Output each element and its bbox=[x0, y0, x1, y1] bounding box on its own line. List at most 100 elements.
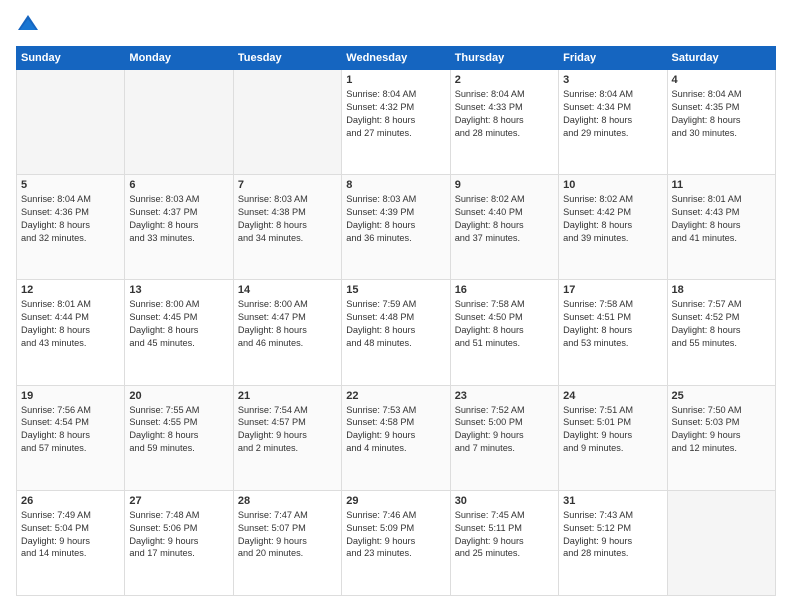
header bbox=[16, 16, 776, 36]
calendar-cell: 21 Sunrise: 7:54 AM Sunset: 4:57 PM Dayli… bbox=[233, 385, 341, 490]
calendar-cell: 4Sunrise: 8:04 AM Sunset: 4:35 PM Daylig… bbox=[667, 70, 775, 175]
calendar-day-header: Tuesday bbox=[233, 47, 341, 70]
calendar-cell: 3 Sunrise: 8:04 AM Sunset: 4:34 PM Daylig… bbox=[559, 70, 667, 175]
calendar-cell: 18 Sunrise: 7:57 AM Sunset: 4:52 PM Dayli… bbox=[667, 280, 775, 385]
calendar-header-row: SundayMondayTuesdayWednesdayThursdayFrid… bbox=[17, 47, 776, 70]
calendar-cell: 11 Sunrise: 8:01 AM Sunset: 4:43 PM Dayli… bbox=[667, 175, 775, 280]
logo-icon bbox=[16, 12, 40, 36]
day-info: Sunrise: 8:04 AM Sunset: 4:34 PM Dayligh… bbox=[563, 88, 662, 140]
day-number: 25 bbox=[672, 390, 771, 402]
day-number: 14 bbox=[238, 284, 337, 296]
calendar-cell: 2Sunrise: 8:04 AM Sunset: 4:33 PM Daylig… bbox=[450, 70, 558, 175]
calendar-cell: 17Sunrise: 7:58 AM Sunset: 4:51 PM Dayli… bbox=[559, 280, 667, 385]
calendar-cell: 9 Sunrise: 8:02 AM Sunset: 4:40 PM Daylig… bbox=[450, 175, 558, 280]
day-info: Sunrise: 8:03 AM Sunset: 4:37 PM Dayligh… bbox=[129, 193, 228, 245]
day-number: 1 bbox=[346, 74, 445, 86]
day-number: 30 bbox=[455, 495, 554, 507]
day-number: 9 bbox=[455, 179, 554, 191]
day-info: Sunrise: 7:45 AM Sunset: 5:11 PM Dayligh… bbox=[455, 509, 554, 561]
day-info: Sunrise: 8:01 AM Sunset: 4:43 PM Dayligh… bbox=[672, 193, 771, 245]
calendar-cell: 7 Sunrise: 8:03 AM Sunset: 4:38 PM Daylig… bbox=[233, 175, 341, 280]
calendar-cell: 13 Sunrise: 8:00 AM Sunset: 4:45 PM Dayli… bbox=[125, 280, 233, 385]
calendar-cell: 19 Sunrise: 7:56 AM Sunset: 4:54 PM Dayli… bbox=[17, 385, 125, 490]
day-number: 31 bbox=[563, 495, 662, 507]
day-number: 26 bbox=[21, 495, 120, 507]
day-info: Sunrise: 7:58 AM Sunset: 4:50 PM Dayligh… bbox=[455, 298, 554, 350]
day-number: 18 bbox=[672, 284, 771, 296]
day-number: 13 bbox=[129, 284, 228, 296]
calendar-day-header: Sunday bbox=[17, 47, 125, 70]
day-info: Sunrise: 8:04 AM Sunset: 4:35 PM Dayligh… bbox=[672, 88, 771, 140]
day-info: Sunrise: 7:52 AM Sunset: 5:00 PM Dayligh… bbox=[455, 404, 554, 456]
calendar-week-row: 12 Sunrise: 8:01 AM Sunset: 4:44 PM Dayli… bbox=[17, 280, 776, 385]
day-info: Sunrise: 8:01 AM Sunset: 4:44 PM Dayligh… bbox=[21, 298, 120, 350]
day-info: Sunrise: 7:59 AM Sunset: 4:48 PM Dayligh… bbox=[346, 298, 445, 350]
day-number: 7 bbox=[238, 179, 337, 191]
calendar-cell: 22 Sunrise: 7:53 AM Sunset: 4:58 PM Dayli… bbox=[342, 385, 450, 490]
calendar-week-row: 1 Sunrise: 8:04 AM Sunset: 4:32 PM Daylig… bbox=[17, 70, 776, 175]
calendar-cell: 1 Sunrise: 8:04 AM Sunset: 4:32 PM Daylig… bbox=[342, 70, 450, 175]
calendar-table: SundayMondayTuesdayWednesdayThursdayFrid… bbox=[16, 46, 776, 596]
day-info: Sunrise: 7:55 AM Sunset: 4:55 PM Dayligh… bbox=[129, 404, 228, 456]
day-info: Sunrise: 7:58 AM Sunset: 4:51 PM Dayligh… bbox=[563, 298, 662, 350]
calendar-day-header: Wednesday bbox=[342, 47, 450, 70]
calendar-week-row: 26Sunrise: 7:49 AM Sunset: 5:04 PM Dayli… bbox=[17, 490, 776, 595]
day-info: Sunrise: 7:56 AM Sunset: 4:54 PM Dayligh… bbox=[21, 404, 120, 456]
day-number: 6 bbox=[129, 179, 228, 191]
calendar-day-header: Saturday bbox=[667, 47, 775, 70]
calendar-cell: 5 Sunrise: 8:04 AM Sunset: 4:36 PM Daylig… bbox=[17, 175, 125, 280]
page: SundayMondayTuesdayWednesdayThursdayFrid… bbox=[0, 0, 792, 612]
day-number: 21 bbox=[238, 390, 337, 402]
day-number: 8 bbox=[346, 179, 445, 191]
day-info: Sunrise: 8:03 AM Sunset: 4:39 PM Dayligh… bbox=[346, 193, 445, 245]
day-number: 28 bbox=[238, 495, 337, 507]
calendar-day-header: Monday bbox=[125, 47, 233, 70]
calendar-cell: 20 Sunrise: 7:55 AM Sunset: 4:55 PM Dayli… bbox=[125, 385, 233, 490]
calendar-day-header: Friday bbox=[559, 47, 667, 70]
day-number: 11 bbox=[672, 179, 771, 191]
day-number: 3 bbox=[563, 74, 662, 86]
day-info: Sunrise: 8:02 AM Sunset: 4:40 PM Dayligh… bbox=[455, 193, 554, 245]
day-info: Sunrise: 7:48 AM Sunset: 5:06 PM Dayligh… bbox=[129, 509, 228, 561]
calendar-cell bbox=[17, 70, 125, 175]
day-info: Sunrise: 8:04 AM Sunset: 4:36 PM Dayligh… bbox=[21, 193, 120, 245]
calendar-cell: 28 Sunrise: 7:47 AM Sunset: 5:07 PM Dayli… bbox=[233, 490, 341, 595]
calendar-cell: 12 Sunrise: 8:01 AM Sunset: 4:44 PM Dayli… bbox=[17, 280, 125, 385]
day-number: 5 bbox=[21, 179, 120, 191]
day-number: 15 bbox=[346, 284, 445, 296]
calendar-cell: 27 Sunrise: 7:48 AM Sunset: 5:06 PM Dayli… bbox=[125, 490, 233, 595]
calendar-cell: 8 Sunrise: 8:03 AM Sunset: 4:39 PM Daylig… bbox=[342, 175, 450, 280]
calendar-cell: 29Sunrise: 7:46 AM Sunset: 5:09 PM Dayli… bbox=[342, 490, 450, 595]
day-number: 27 bbox=[129, 495, 228, 507]
day-info: Sunrise: 7:47 AM Sunset: 5:07 PM Dayligh… bbox=[238, 509, 337, 561]
day-info: Sunrise: 7:54 AM Sunset: 4:57 PM Dayligh… bbox=[238, 404, 337, 456]
calendar-cell: 26Sunrise: 7:49 AM Sunset: 5:04 PM Dayli… bbox=[17, 490, 125, 595]
day-info: Sunrise: 7:53 AM Sunset: 4:58 PM Dayligh… bbox=[346, 404, 445, 456]
calendar-day-header: Thursday bbox=[450, 47, 558, 70]
calendar-cell: 23Sunrise: 7:52 AM Sunset: 5:00 PM Dayli… bbox=[450, 385, 558, 490]
day-info: Sunrise: 7:51 AM Sunset: 5:01 PM Dayligh… bbox=[563, 404, 662, 456]
calendar-week-row: 5 Sunrise: 8:04 AM Sunset: 4:36 PM Daylig… bbox=[17, 175, 776, 280]
calendar-cell: 16 Sunrise: 7:58 AM Sunset: 4:50 PM Dayli… bbox=[450, 280, 558, 385]
logo bbox=[16, 16, 42, 36]
day-info: Sunrise: 7:50 AM Sunset: 5:03 PM Dayligh… bbox=[672, 404, 771, 456]
day-info: Sunrise: 8:03 AM Sunset: 4:38 PM Dayligh… bbox=[238, 193, 337, 245]
calendar-cell: 24Sunrise: 7:51 AM Sunset: 5:01 PM Dayli… bbox=[559, 385, 667, 490]
day-number: 20 bbox=[129, 390, 228, 402]
day-number: 16 bbox=[455, 284, 554, 296]
day-info: Sunrise: 7:57 AM Sunset: 4:52 PM Dayligh… bbox=[672, 298, 771, 350]
day-number: 12 bbox=[21, 284, 120, 296]
day-number: 19 bbox=[21, 390, 120, 402]
calendar-week-row: 19 Sunrise: 7:56 AM Sunset: 4:54 PM Dayli… bbox=[17, 385, 776, 490]
calendar-cell: 14Sunrise: 8:00 AM Sunset: 4:47 PM Dayli… bbox=[233, 280, 341, 385]
calendar-cell: 25 Sunrise: 7:50 AM Sunset: 5:03 PM Dayli… bbox=[667, 385, 775, 490]
day-info: Sunrise: 8:02 AM Sunset: 4:42 PM Dayligh… bbox=[563, 193, 662, 245]
calendar-cell: 31Sunrise: 7:43 AM Sunset: 5:12 PM Dayli… bbox=[559, 490, 667, 595]
day-info: Sunrise: 8:00 AM Sunset: 4:45 PM Dayligh… bbox=[129, 298, 228, 350]
day-info: Sunrise: 8:04 AM Sunset: 4:32 PM Dayligh… bbox=[346, 88, 445, 140]
day-number: 2 bbox=[455, 74, 554, 86]
day-number: 22 bbox=[346, 390, 445, 402]
calendar-cell: 15 Sunrise: 7:59 AM Sunset: 4:48 PM Dayli… bbox=[342, 280, 450, 385]
day-number: 29 bbox=[346, 495, 445, 507]
calendar-cell: 10Sunrise: 8:02 AM Sunset: 4:42 PM Dayli… bbox=[559, 175, 667, 280]
